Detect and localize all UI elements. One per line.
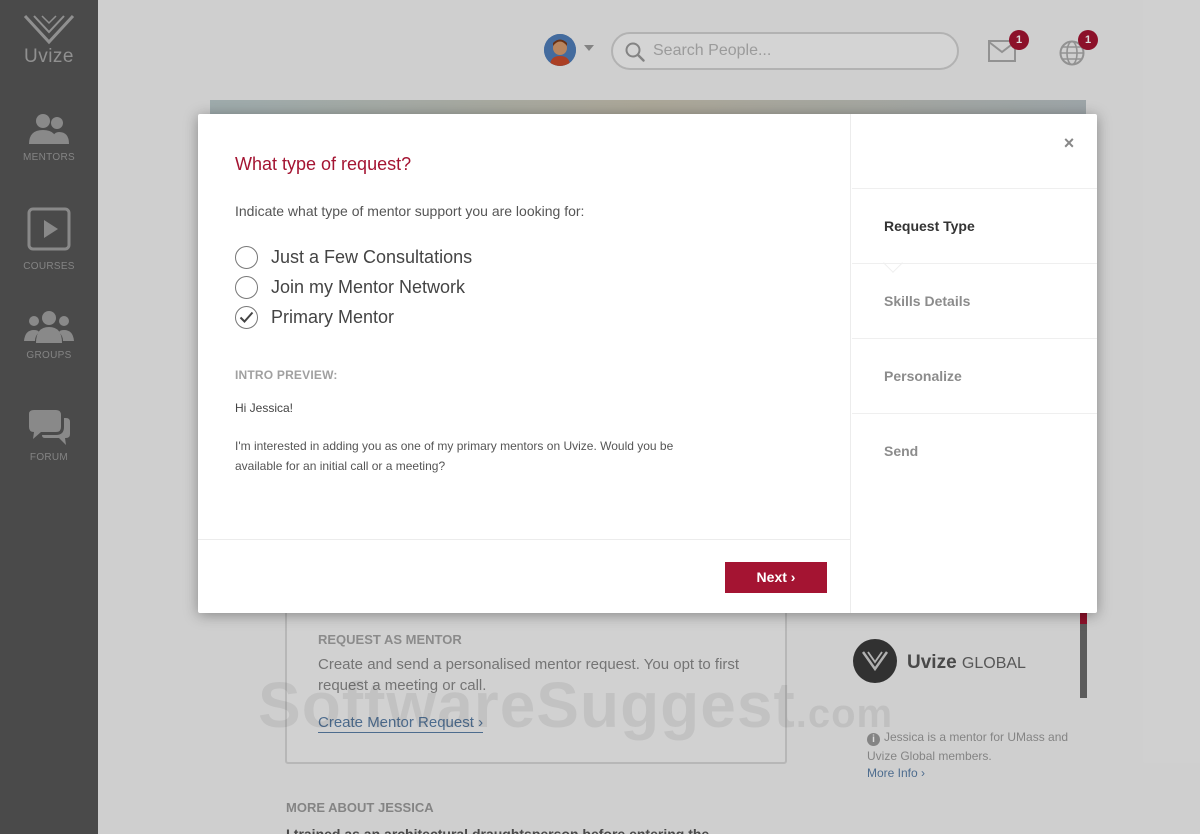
close-icon[interactable]: × — [1060, 134, 1078, 152]
step-personalize[interactable]: Personalize — [852, 338, 1097, 413]
request-type-modal: What type of request? Indicate what type… — [198, 114, 1097, 613]
step-label: Personalize — [884, 368, 962, 384]
radio-button[interactable] — [235, 276, 258, 299]
modal-footer-divider — [198, 539, 851, 540]
step-label: Skills Details — [884, 293, 971, 309]
step-request-type[interactable]: Request Type — [852, 188, 1097, 273]
radio-button[interactable] — [235, 246, 258, 269]
option-label: Primary Mentor — [271, 307, 395, 327]
intro-body: I'm interested in adding you as one of m… — [235, 439, 674, 473]
next-button[interactable]: Next › — [725, 562, 827, 593]
intro-preview-heading: INTRO PREVIEW: — [235, 368, 338, 382]
step-label: Request Type — [884, 218, 975, 234]
option-label: Just a Few Consultations — [271, 247, 473, 267]
radio-button-checked[interactable] — [235, 306, 258, 329]
modal-subtitle: Indicate what type of mentor support you… — [235, 203, 585, 219]
modal-content: What type of request? Indicate what type… — [198, 114, 851, 613]
step-send[interactable]: Send — [852, 413, 1097, 488]
step-skills-details[interactable]: Skills Details — [852, 263, 1097, 338]
checkmark-icon — [239, 311, 254, 323]
modal-title: What type of request? — [235, 154, 412, 174]
option-label: Join my Mentor Network — [271, 277, 466, 297]
intro-greeting: Hi Jessica! — [235, 401, 294, 415]
step-label: Send — [884, 443, 919, 459]
